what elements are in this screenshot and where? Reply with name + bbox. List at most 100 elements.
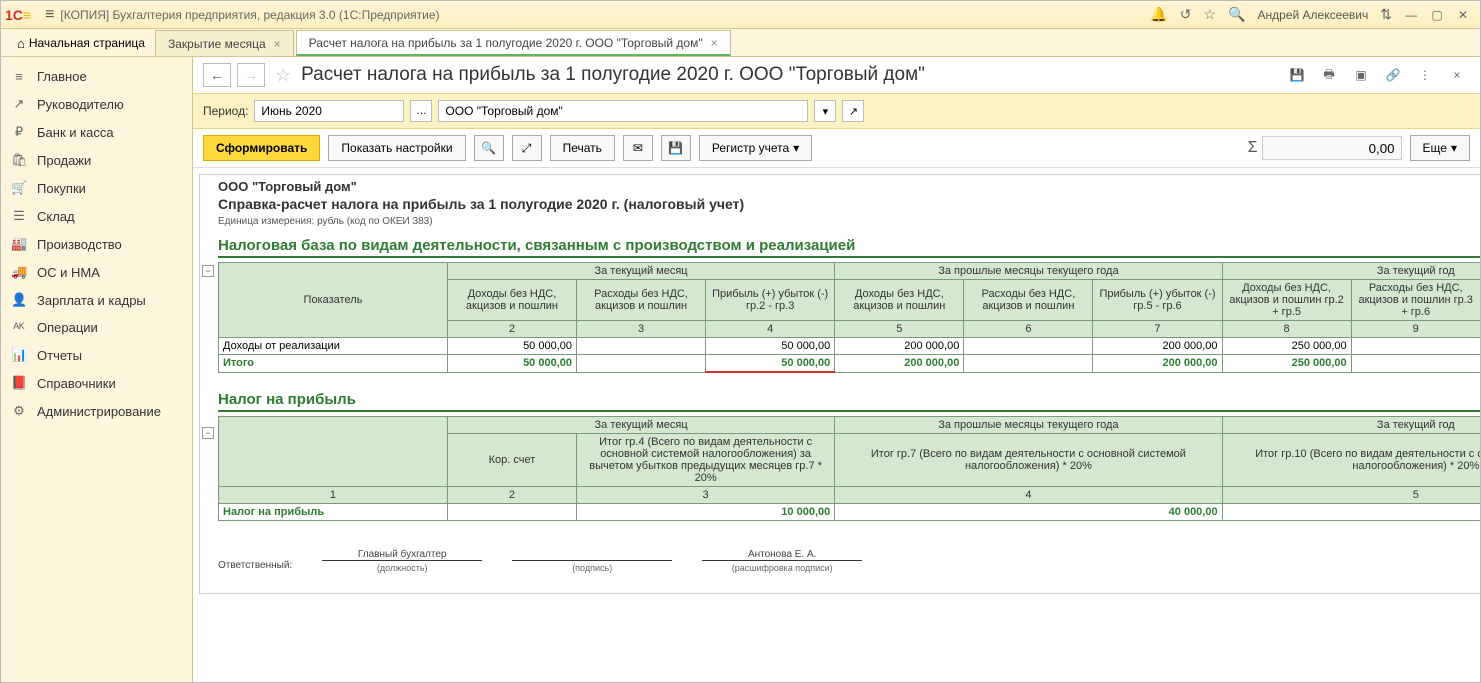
email-button[interactable]: ✉: [623, 135, 653, 161]
section1-title: Налоговая база по видам деятельности, св…: [218, 237, 1480, 258]
window-title: [КОПИЯ] Бухгалтерия предприятия, редакци…: [60, 8, 439, 22]
more-button[interactable]: Еще ▾: [1410, 135, 1470, 161]
col-h4: Прибыль (+) убыток (-) гр.2 - гр.3: [706, 280, 835, 321]
sidebar-item-directories[interactable]: 📕Справочники: [1, 369, 192, 397]
person-icon: 👤: [11, 292, 27, 308]
sidebar-item-main[interactable]: ≡Главное: [1, 63, 192, 90]
period-input[interactable]: [254, 100, 404, 122]
sidebar-item-warehouse[interactable]: ☰ Склад: [1, 202, 192, 230]
chart-icon: ↗: [11, 96, 27, 112]
colnum: 5: [1222, 487, 1480, 504]
period-picker-button[interactable]: …: [410, 100, 432, 122]
signature-value: [591, 549, 594, 560]
col-h2: Доходы без НДС, акцизов и пошлин: [447, 280, 576, 321]
print-button[interactable]: Печать: [550, 135, 615, 161]
col-h8: Доходы без НДС, акцизов и пошлин гр.2 + …: [1222, 280, 1351, 321]
favorite-icon[interactable]: ☆: [275, 65, 291, 86]
search-button[interactable]: 🔍: [474, 135, 504, 161]
nav-forward-button[interactable]: →: [237, 63, 265, 87]
sidebar-item-production[interactable]: 🏭Производство: [1, 230, 192, 258]
sidebar-item-sales[interactable]: 🛍Продажи: [1, 146, 192, 174]
preview-icon[interactable]: ▣: [1350, 65, 1372, 85]
register-button[interactable]: Регистр учета ▾: [699, 135, 812, 161]
print-icon[interactable]: 🖶: [1318, 65, 1340, 85]
tab-close-icon[interactable]: ×: [711, 36, 718, 50]
sidebar-item-manager[interactable]: ↗Руководителю: [1, 90, 192, 118]
col-h7: Прибыль (+) убыток (-) гр.5 - гр.6: [1093, 280, 1222, 321]
search-icon[interactable]: 🔍: [1228, 6, 1245, 23]
tab-closing-month[interactable]: Закрытие месяца ×: [155, 30, 294, 56]
nav-back-button[interactable]: ←: [203, 63, 231, 87]
filter-icon[interactable]: ⇅: [1380, 6, 1392, 23]
history-icon[interactable]: ↺: [1180, 6, 1192, 23]
col-h5: Доходы без НДС, акцизов и пошлин: [835, 280, 964, 321]
signature-caption: (подпись): [512, 560, 672, 573]
cart-icon: 🛒: [11, 180, 27, 196]
sidebar-item-label: Отчеты: [37, 348, 82, 363]
sidebar-item-assets[interactable]: 🚚ОС и НМА: [1, 258, 192, 286]
expand-button[interactable]: ⤢: [512, 135, 542, 161]
close-page-icon[interactable]: ×: [1446, 65, 1468, 85]
hamburger-icon[interactable]: ≡: [45, 6, 54, 24]
tax-row: Налог на прибыль 10 000,00 40 000,00 50 …: [219, 504, 1481, 521]
col-h6: Расходы без НДС, акцизов и пошлин: [964, 280, 1093, 321]
save-icon[interactable]: 💾: [1286, 65, 1308, 85]
save-file-button[interactable]: 💾: [661, 135, 691, 161]
sidebar-item-label: Производство: [37, 237, 122, 252]
cell: [964, 355, 1093, 373]
colnum: 3: [577, 321, 706, 338]
minimize-button[interactable]: —: [1399, 5, 1423, 25]
cell: [577, 355, 706, 373]
report-unit: Единица измерения: рубль (код по ОКЕИ 38…: [218, 216, 1480, 227]
tab-close-icon[interactable]: ×: [274, 37, 281, 51]
user-name[interactable]: Андрей Алексеевич: [1258, 8, 1369, 22]
link-icon[interactable]: 🔗: [1382, 65, 1404, 85]
maximize-button[interactable]: ▢: [1425, 5, 1449, 25]
generate-button[interactable]: Сформировать: [203, 135, 320, 161]
sidebar-item-operations[interactable]: ᴬᴷОперации: [1, 314, 192, 341]
report-area[interactable]: ООО "Торговый дом" Справка-расчет налога…: [193, 167, 1480, 682]
sidebar-item-salary[interactable]: 👤Зарплата и кадры: [1, 286, 192, 314]
colnum: 4: [706, 321, 835, 338]
sidebar-item-reports[interactable]: 📊Отчеты: [1, 341, 192, 369]
colnum: 1: [219, 487, 448, 504]
sidebar-item-purchases[interactable]: 🛒 Покупки: [1, 174, 192, 202]
sum-input[interactable]: [1262, 136, 1402, 160]
signatures: Ответственный: Главный бухгалтер (должно…: [218, 549, 1480, 573]
star-icon[interactable]: ☆: [1204, 6, 1217, 23]
org-dropdown-button[interactable]: ▾: [814, 100, 836, 122]
col-h2: Кор. счет: [447, 434, 576, 487]
show-settings-button[interactable]: Показать настройки: [328, 135, 465, 161]
collapse-section2-button[interactable]: −: [202, 427, 214, 439]
kebab-icon[interactable]: ⋮: [1414, 65, 1436, 85]
tab-home-label: Начальная страница: [29, 36, 145, 50]
bell-icon[interactable]: 🔔: [1150, 6, 1167, 23]
col-h9: Расходы без НДС, акцизов и пошлин гр.3 +…: [1351, 280, 1480, 321]
sidebar-item-admin[interactable]: ⚙Администрирование: [1, 397, 192, 425]
colgroup-current-month: За текущий месяц: [447, 417, 834, 434]
sidebar-item-label: ОС и НМА: [37, 265, 100, 280]
colnum: 2: [447, 321, 576, 338]
table-tax: За текущий месяц За прошлые месяцы текущ…: [218, 416, 1480, 521]
sidebar: ≡Главное ↗Руководителю ₽Банк и касса 🛍Пр…: [1, 57, 193, 682]
sidebar-item-bank[interactable]: ₽Банк и касса: [1, 118, 192, 146]
cell: [447, 504, 576, 521]
tab-label: Расчет налога на прибыль за 1 полугодие …: [309, 36, 703, 50]
close-button[interactable]: ✕: [1451, 5, 1475, 25]
tab-home[interactable]: ⌂ Начальная страница: [7, 30, 155, 56]
sidebar-item-label: Покупки: [37, 181, 86, 196]
toolbar: Сформировать Показать настройки 🔍 ⤢ Печа…: [193, 129, 1480, 167]
sidebar-item-label: Склад: [37, 209, 75, 224]
col-indicator: Показатель: [219, 263, 448, 338]
col-h3: Итог гр.4 (Всего по видам деятельности с…: [577, 434, 835, 487]
tab-tax-report[interactable]: Расчет налога на прибыль за 1 полугодие …: [296, 30, 731, 56]
sidebar-item-label: Главное: [37, 69, 87, 84]
cell: 40 000,00: [835, 504, 1222, 521]
book-icon: 📕: [11, 375, 27, 391]
colnum: 2: [447, 487, 576, 504]
organization-input[interactable]: [438, 100, 808, 122]
col-h5: Итог гр.10 (Всего по видам деятельности …: [1222, 434, 1480, 487]
org-open-button[interactable]: ↗: [842, 100, 864, 122]
collapse-section1-button[interactable]: −: [202, 265, 214, 277]
stack-icon: ☰: [11, 208, 27, 224]
